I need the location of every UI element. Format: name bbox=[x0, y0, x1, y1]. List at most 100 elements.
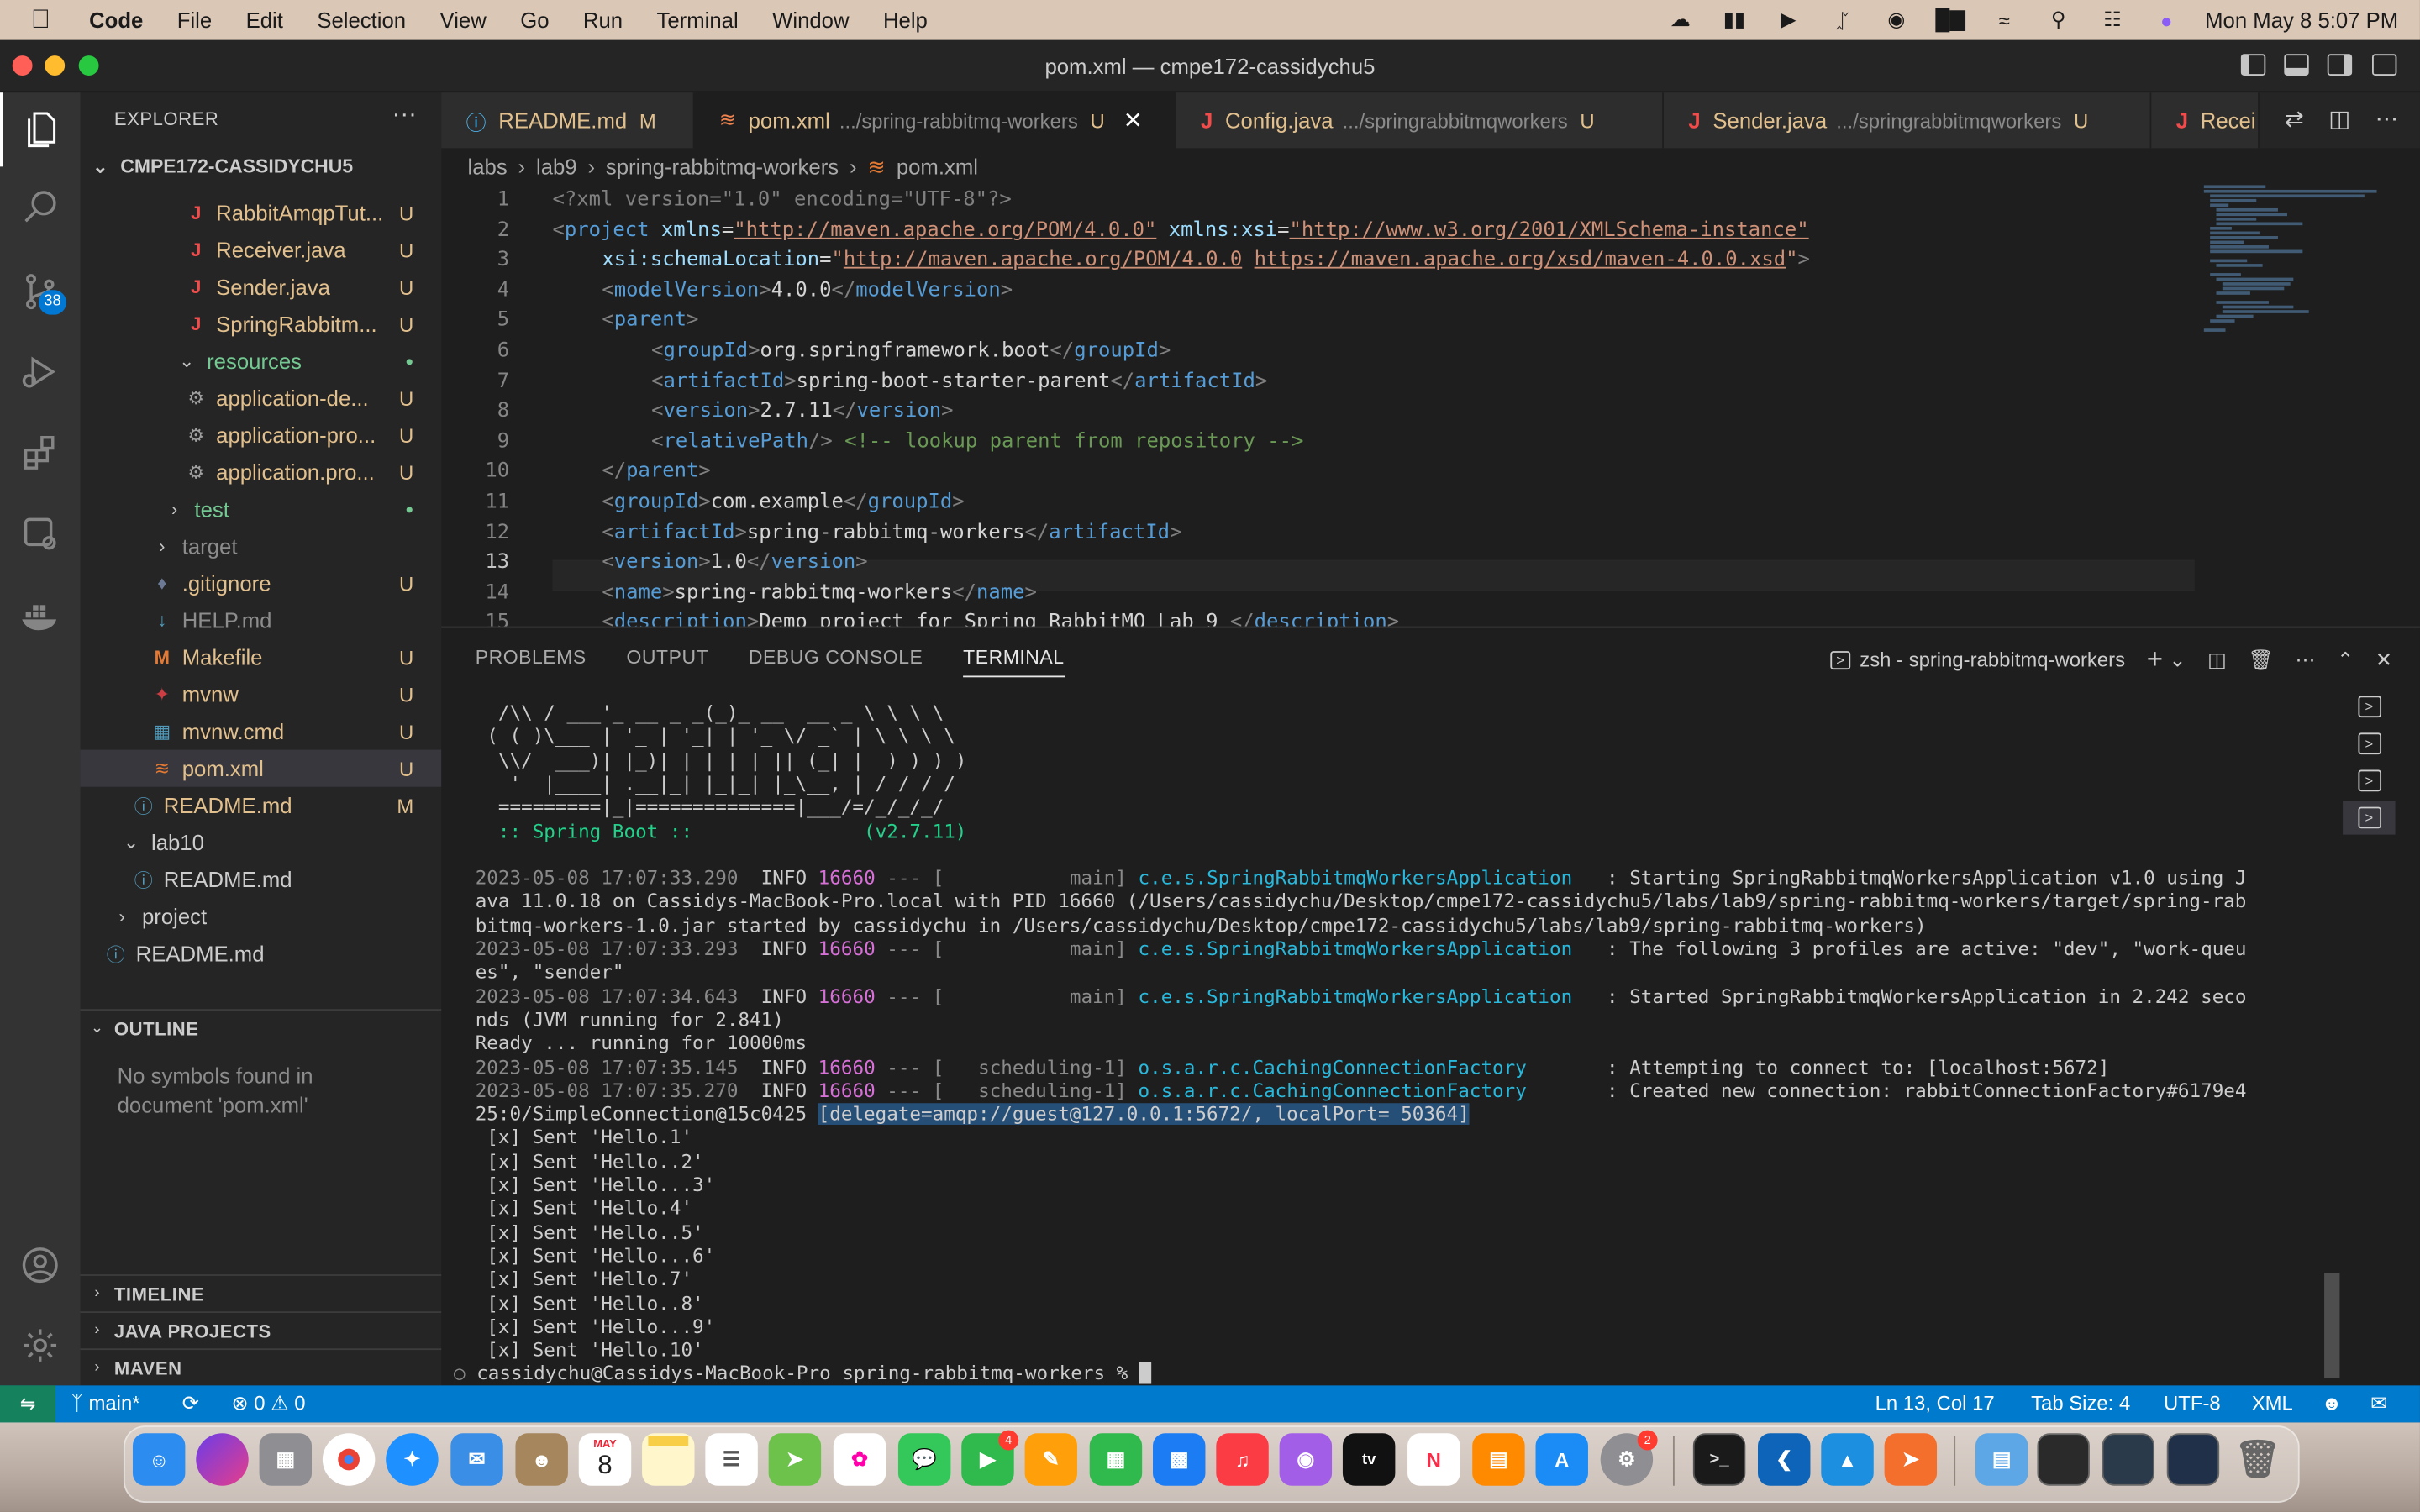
cursor-position[interactable]: Ln 13, Col 17 bbox=[1876, 1392, 1995, 1415]
terminal-tab[interactable]: > bbox=[2343, 690, 2395, 723]
wifi-icon[interactable]: ≈ bbox=[1989, 8, 2020, 32]
explorer-more-actions-icon[interactable]: ··· bbox=[392, 102, 417, 129]
feedback-icon[interactable]: ☻ bbox=[2321, 1392, 2342, 1415]
menu-selection[interactable]: Selection bbox=[300, 0, 423, 40]
tree-item-folder[interactable]: ⌄ resources ● bbox=[81, 343, 442, 380]
tree-item-file-selected[interactable]: ≋ pom.xml U bbox=[80, 749, 442, 787]
tree-item-file[interactable]: ⚙ application-pro... U bbox=[81, 417, 442, 454]
menu-run[interactable]: Run bbox=[566, 0, 640, 40]
weather-icon[interactable]: ☁ bbox=[1665, 8, 1696, 31]
reminders-icon[interactable]: ☰ bbox=[705, 1433, 758, 1486]
tab-problems[interactable]: PROBLEMS bbox=[476, 647, 587, 678]
tree-item-folder[interactable]: › project bbox=[81, 898, 442, 935]
outline-section-header[interactable]: ⌄ OUTLINE bbox=[80, 1009, 442, 1046]
safari-icon[interactable]: ✦ bbox=[386, 1433, 439, 1486]
memory-icon[interactable]: ▮▮ bbox=[1719, 8, 1750, 31]
control-center-icon[interactable]: ☷ bbox=[2097, 8, 2128, 31]
tree-item-file[interactable]: ⓘ README.md M bbox=[81, 787, 442, 824]
terminal-selection[interactable]: [delegate=amqp://guest@127.0.0.1:5672/, … bbox=[818, 1103, 1470, 1126]
maps-icon[interactable]: ➤ bbox=[768, 1433, 822, 1486]
tab-debug-console[interactable]: DEBUG CONSOLE bbox=[749, 647, 923, 678]
tab-readme[interactable]: ⓘ README.md M bbox=[441, 92, 695, 149]
docker-icon[interactable] bbox=[0, 577, 81, 651]
calendar-icon[interactable]: MAY 8 bbox=[578, 1433, 632, 1486]
app-store-icon[interactable]: A bbox=[1535, 1433, 1588, 1486]
battery-icon[interactable]: █▇ bbox=[1935, 8, 1966, 31]
explorer-icon[interactable] bbox=[0, 92, 81, 167]
window-thumbnail-icon[interactable] bbox=[2166, 1433, 2220, 1486]
tree-item-file[interactable]: ♦ .gitignore U bbox=[81, 564, 442, 601]
chevron-down-icon[interactable]: ⌄ bbox=[2169, 647, 2186, 671]
terminal-prompt-line[interactable]: ○ cassidychu@Cassidys-MacBook-Pro spring… bbox=[454, 1362, 1151, 1387]
menu-go[interactable]: Go bbox=[503, 0, 566, 40]
finder-icon[interactable]: ☺ bbox=[132, 1433, 186, 1486]
music-icon[interactable]: ♫ bbox=[1216, 1433, 1269, 1486]
menu-edit[interactable]: Edit bbox=[229, 0, 300, 40]
terminal-app-icon[interactable]: >_ bbox=[1692, 1433, 1746, 1486]
problems-status[interactable]: ⊗ 0 ⚠ 0 bbox=[232, 1392, 306, 1416]
encoding[interactable]: UTF-8 bbox=[2164, 1392, 2221, 1415]
workspace-root-folder[interactable]: ⌄ CMPE172-CASSIDYCHU5 bbox=[81, 148, 442, 185]
close-panel-icon[interactable]: ✕ bbox=[2375, 647, 2392, 671]
tree-item-file[interactable]: ⓘ README.md bbox=[81, 935, 442, 972]
bluetooth-icon[interactable]: ᛢ bbox=[1827, 8, 1858, 32]
docker-desktop-icon[interactable]: ▲ bbox=[1821, 1433, 1874, 1486]
postman-icon[interactable]: ➤ bbox=[1884, 1433, 1938, 1486]
breadcrumb-item[interactable]: pom.xml bbox=[897, 155, 978, 179]
source-control-icon[interactable] bbox=[0, 255, 81, 328]
terminal-tab[interactable]: > bbox=[2343, 727, 2395, 760]
window-thumbnail-icon[interactable] bbox=[2037, 1433, 2090, 1486]
tab-config-java[interactable]: J Config.java .../springrabbitmqworkers U bbox=[1176, 92, 1664, 149]
terminal-scrollbar[interactable] bbox=[2324, 1273, 2340, 1378]
remote-explorer-icon[interactable] bbox=[0, 496, 81, 570]
tree-item-file[interactable]: ⚙ application-de... U bbox=[81, 380, 442, 417]
menu-window[interactable]: Window bbox=[755, 0, 866, 40]
open-changes-icon[interactable]: ⇄ bbox=[2285, 105, 2304, 133]
keynote-icon[interactable]: ▩ bbox=[1153, 1433, 1206, 1486]
manage-gear-icon[interactable] bbox=[0, 1309, 81, 1383]
language-mode[interactable]: XML bbox=[2252, 1392, 2293, 1415]
tree-item-folder[interactable]: › target bbox=[81, 528, 442, 564]
menubar-clock[interactable]: Mon May 8 5:07 PM bbox=[2205, 8, 2398, 32]
tree-item-file[interactable]: ⚙ application.pro... U bbox=[81, 454, 442, 491]
tree-item-file[interactable]: J Receiver.java U bbox=[81, 232, 442, 269]
tree-item-folder[interactable]: ⌄ lab10 bbox=[81, 824, 442, 861]
new-terminal-icon[interactable]: + bbox=[2147, 643, 2163, 676]
pages-icon[interactable]: ✎ bbox=[1024, 1433, 1078, 1486]
menu-terminal[interactable]: Terminal bbox=[639, 0, 755, 40]
contacts-icon[interactable]: ☻ bbox=[515, 1433, 568, 1486]
run-debug-icon[interactable] bbox=[0, 335, 81, 409]
news-icon[interactable]: N bbox=[1407, 1433, 1460, 1486]
siri-icon[interactable] bbox=[196, 1433, 249, 1486]
tab-pom-xml[interactable]: ≋ pom.xml .../spring-rabbitmq-workers U ✕ bbox=[694, 92, 1176, 149]
podcasts-icon[interactable]: ◉ bbox=[1279, 1433, 1333, 1486]
split-terminal-icon[interactable]: ◫ bbox=[2207, 647, 2227, 671]
mail-icon[interactable]: ✉ bbox=[450, 1433, 503, 1486]
extensions-icon[interactable] bbox=[0, 417, 81, 491]
code-editor[interactable]: 1 <?xml version="1.0" encoding="UTF-8"?> … bbox=[441, 182, 2420, 627]
apple-menu-icon[interactable]:  bbox=[0, 0, 72, 40]
downloads-folder-icon[interactable]: ▤ bbox=[1975, 1433, 2028, 1486]
menu-view[interactable]: View bbox=[423, 0, 503, 40]
numbers-icon[interactable]: ▦ bbox=[1089, 1433, 1143, 1486]
split-editor-icon[interactable]: ◫ bbox=[2328, 105, 2350, 133]
tree-item-file[interactable]: J RabbitAmqpTut... U bbox=[81, 194, 442, 231]
toggle-panel-icon[interactable] bbox=[2284, 54, 2309, 76]
terminal-instance-label[interactable]: zsh - spring-rabbitmq-workers bbox=[1860, 648, 2125, 671]
editor-more-actions-icon[interactable]: ⋯ bbox=[2375, 105, 2399, 133]
accounts-icon[interactable] bbox=[0, 1228, 81, 1302]
menu-file[interactable]: File bbox=[160, 0, 229, 40]
tree-item-file[interactable]: J Sender.java U bbox=[81, 269, 442, 306]
vscode-icon[interactable]: ❮ bbox=[1758, 1433, 1811, 1486]
app-menu[interactable]: Code bbox=[72, 0, 160, 40]
customize-layout-icon[interactable] bbox=[2372, 54, 2397, 76]
play-icon[interactable]: ▶ bbox=[1773, 8, 1804, 31]
tab-receiver-java[interactable]: J Recei bbox=[2151, 92, 2260, 149]
trash-icon[interactable]: 🗑 bbox=[2232, 1433, 2284, 1485]
breadcrumb-item[interactable]: labs bbox=[468, 155, 508, 179]
maven-section-header[interactable]: › MAVEN bbox=[80, 1348, 442, 1385]
breadcrumb-item[interactable]: lab9 bbox=[536, 155, 577, 179]
toggle-primary-sidebar-icon[interactable] bbox=[2240, 54, 2266, 76]
kill-terminal-trash-icon[interactable]: 🗑 bbox=[2248, 647, 2273, 671]
launchpad-icon[interactable]: ▦ bbox=[259, 1433, 313, 1486]
